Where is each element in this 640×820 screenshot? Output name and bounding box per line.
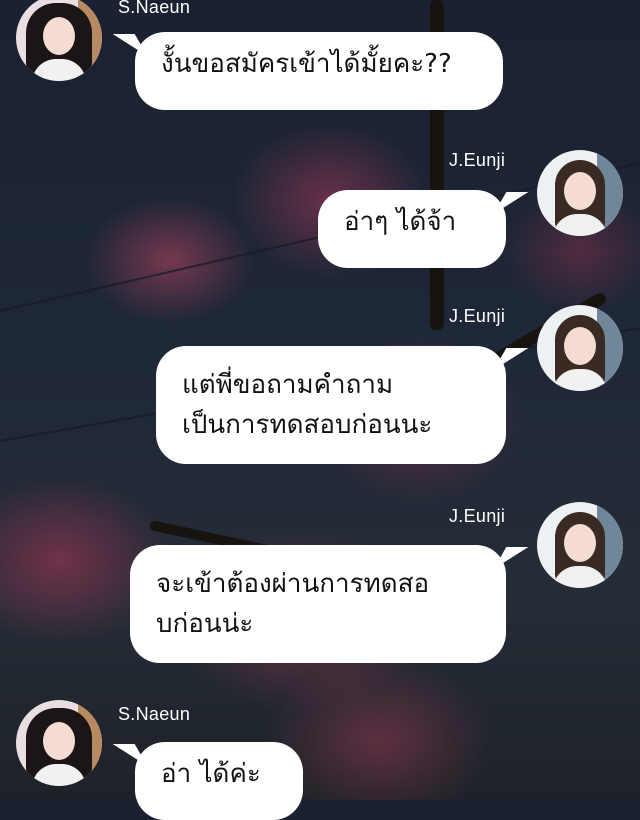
avatar-j-eunji[interactable] (537, 502, 623, 588)
message-text: อ่า ได้ค่ะ (161, 759, 261, 789)
avatar-s-naeun[interactable] (16, 700, 102, 786)
message-text: อ่าๆ ได้จ้า (344, 207, 457, 237)
avatar-j-eunji[interactable] (537, 305, 623, 391)
message-bubble[interactable]: งั้นขอสมัครเข้าได้มั้ยคะ?? (135, 32, 503, 110)
message-text: งั้นขอสมัครเข้าได้มั้ยคะ?? (161, 49, 452, 79)
avatar-s-naeun[interactable] (16, 0, 102, 81)
message-bubble[interactable]: อ่า ได้ค่ะ (135, 742, 303, 820)
sender-name: S.Naeun (118, 0, 191, 17)
sender-name: J.Eunji (449, 150, 506, 170)
message-text: เป็นการทดสอบก่อนนะ (182, 410, 433, 440)
sender-name: S.Naeun (118, 704, 191, 724)
sender-name: J.Eunji (449, 306, 506, 326)
sender-name: J.Eunji (449, 506, 506, 526)
message-text: บก่อนน่ะ (156, 609, 254, 639)
message-bubble[interactable]: จะเข้าต้องผ่านการทดสอ บก่อนน่ะ (130, 545, 506, 663)
message-text: จะเข้าต้องผ่านการทดสอ (156, 569, 430, 599)
message-text: แต่พี่ขอถามคำถาม (182, 370, 394, 400)
message-bubble[interactable]: อ่าๆ ได้จ้า (318, 190, 506, 268)
message-bubble[interactable]: แต่พี่ขอถามคำถาม เป็นการทดสอบก่อนนะ (156, 346, 506, 464)
avatar-j-eunji[interactable] (537, 150, 623, 236)
